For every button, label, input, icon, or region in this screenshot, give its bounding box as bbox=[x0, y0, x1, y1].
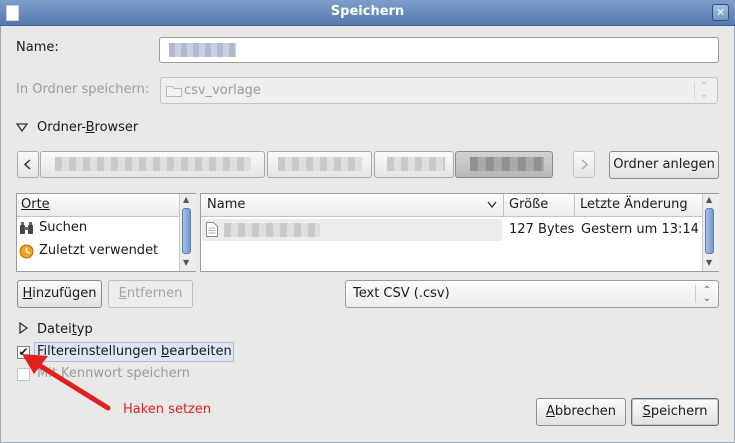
folder-label: In Ordner speichern: bbox=[16, 82, 150, 97]
window-title: Speichern bbox=[330, 4, 405, 19]
file-size: 127 Bytes bbox=[509, 222, 575, 237]
scroll-up-icon: ▲ bbox=[183, 195, 190, 204]
add-bookmark-button[interactable]: Hinzufügen bbox=[17, 280, 102, 308]
updown-icon: ⌃ ⌄ bbox=[702, 285, 712, 304]
file-name-redacted bbox=[224, 223, 320, 237]
file-list-header: Name Größe Letzte Änderung bbox=[201, 194, 702, 217]
scroll-up-icon: ▲ bbox=[706, 195, 713, 204]
filetype-select[interactable]: Text CSV (.csv) ⌃ ⌄ bbox=[345, 280, 719, 308]
collapsed-triangle-icon[interactable] bbox=[19, 322, 29, 334]
name-input[interactable] bbox=[159, 37, 719, 63]
places-header[interactable]: Orte bbox=[17, 194, 179, 217]
column-header-modified[interactable]: Letzte Änderung bbox=[575, 194, 702, 216]
filename-value-redacted bbox=[169, 43, 236, 57]
save-button[interactable]: Speichern bbox=[631, 398, 719, 426]
sort-chevron-down-icon bbox=[487, 201, 497, 209]
folder-combo: csv_vorlage ⌃ ⌄ bbox=[160, 77, 718, 104]
scroll-down-icon: ▼ bbox=[183, 258, 190, 267]
scroll-down-icon: ▼ bbox=[706, 258, 713, 267]
file-row[interactable]: 127 Bytes Gestern um 13:14 bbox=[202, 219, 702, 241]
places-scrollbar[interactable]: ▲ ▼ bbox=[179, 194, 196, 271]
places-panel: Orte Suchen Zuletzt verwendet ▲ ▼ bbox=[16, 193, 196, 272]
filetype-toggle[interactable]: Dateityp bbox=[37, 322, 93, 337]
chevron-right-icon bbox=[581, 159, 589, 170]
close-button[interactable]: ✕ bbox=[712, 4, 729, 21]
file-icon bbox=[206, 222, 218, 237]
folder-value: csv_vorlage bbox=[184, 83, 261, 98]
recent-clock-icon bbox=[19, 244, 34, 259]
path-scroll-right-button[interactable] bbox=[573, 151, 595, 178]
column-header-name[interactable]: Name bbox=[201, 194, 504, 216]
filetype-value: Text CSV (.csv) bbox=[353, 286, 450, 301]
folder-browser-toggle[interactable]: Ordner-Browser bbox=[37, 120, 138, 135]
name-label: Name: bbox=[16, 40, 59, 55]
file-modified: Gestern um 13:14 bbox=[581, 222, 699, 237]
path-scroll-left-button[interactable] bbox=[17, 151, 39, 178]
annotation-text: Haken setzen bbox=[123, 402, 212, 417]
scrollbar-thumb[interactable] bbox=[705, 208, 714, 254]
file-list-scrollbar[interactable]: ▲ ▼ bbox=[702, 194, 719, 271]
remove-bookmark-button: Entfernen bbox=[108, 280, 193, 308]
updown-icon: ⌃ ⌄ bbox=[699, 81, 709, 100]
create-folder-button[interactable]: Ordner anlegen bbox=[609, 151, 719, 179]
expanded-triangle-icon[interactable] bbox=[16, 123, 28, 133]
path-segment-2[interactable] bbox=[267, 151, 372, 178]
file-list-panel: Name Größe Letzte Änderung 127 Bytes Ges… bbox=[200, 193, 719, 272]
scrollbar-thumb[interactable] bbox=[182, 208, 191, 254]
cancel-button[interactable]: Abbrechen bbox=[536, 398, 626, 426]
annotation-arrow bbox=[22, 354, 111, 411]
folder-icon bbox=[166, 86, 182, 97]
title-bar: Speichern ✕ bbox=[0, 0, 735, 26]
binoculars-icon bbox=[20, 222, 33, 234]
path-segment-current[interactable] bbox=[455, 151, 553, 178]
path-segment-1[interactable] bbox=[40, 151, 265, 178]
column-header-size[interactable]: Größe bbox=[504, 194, 575, 216]
path-segment-3[interactable] bbox=[374, 151, 454, 178]
chevron-left-icon bbox=[23, 159, 31, 170]
